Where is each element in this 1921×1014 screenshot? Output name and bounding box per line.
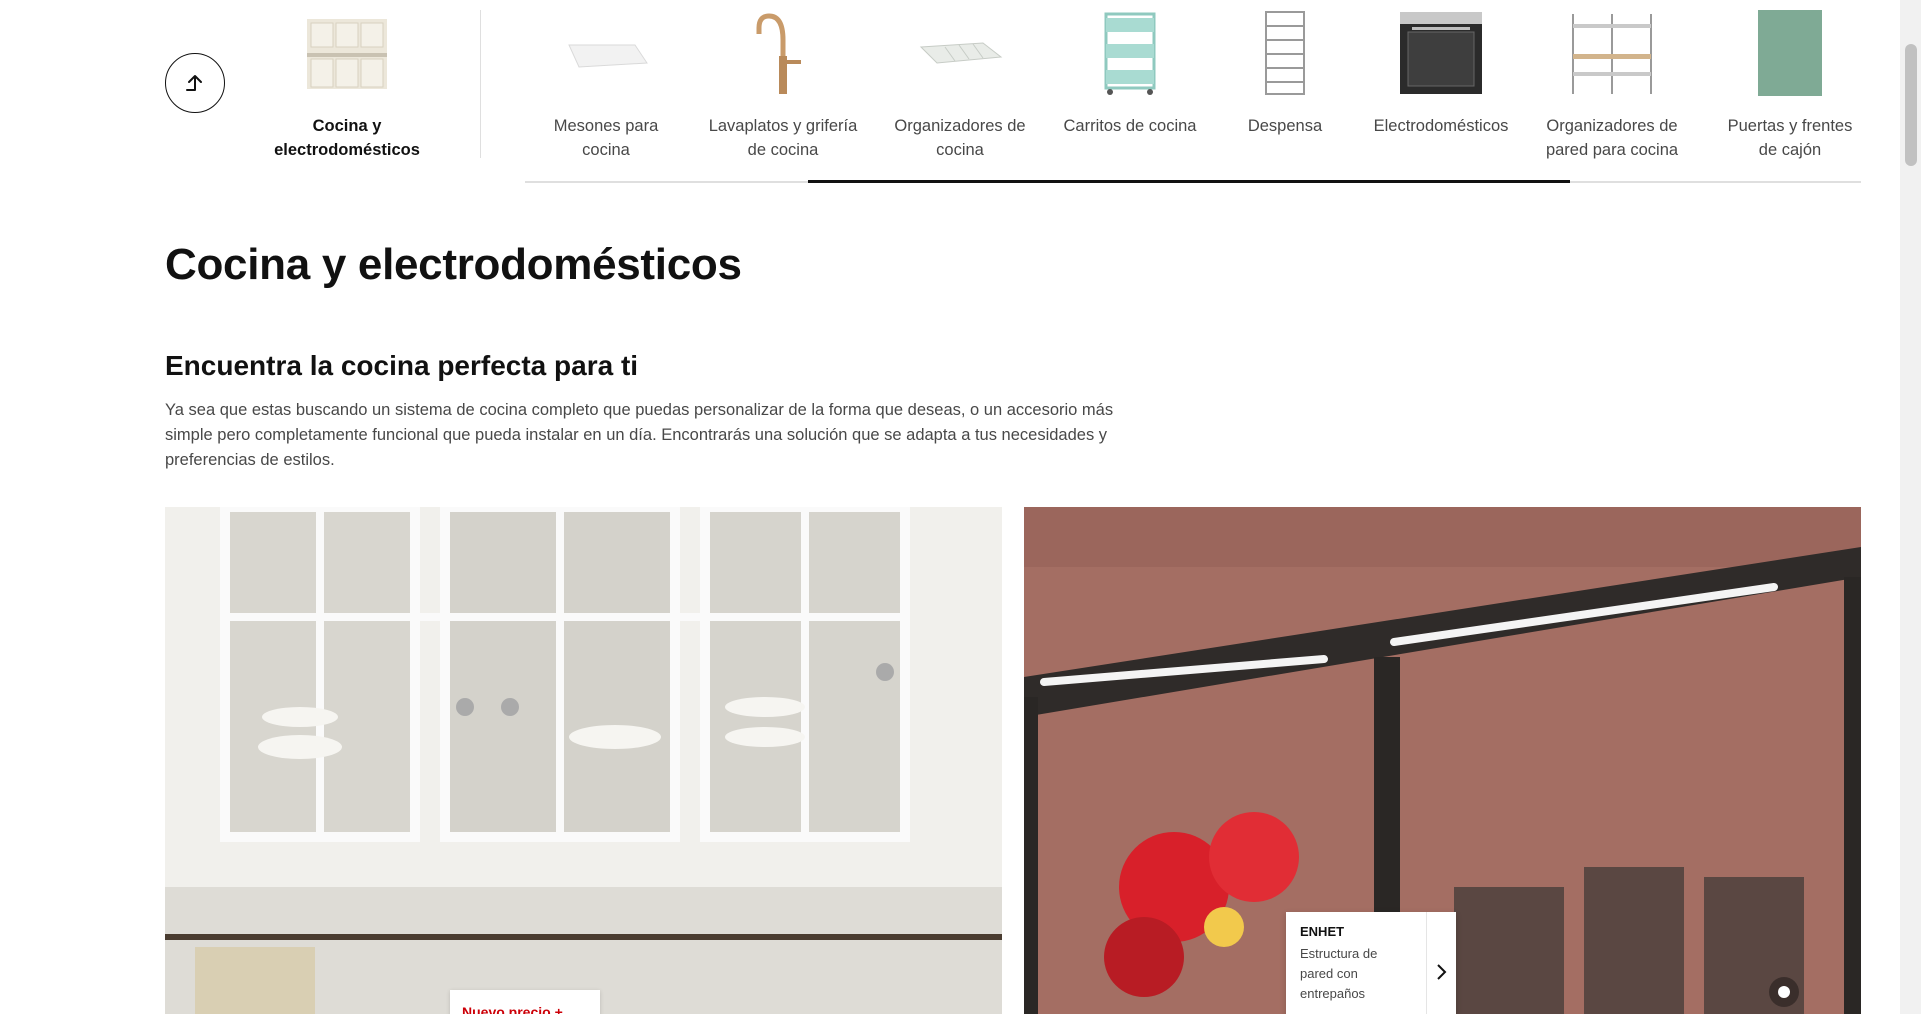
product-next-button[interactable] <box>1426 912 1457 1014</box>
category-label: Mesones para cocina <box>553 117 659 159</box>
page-scrollbar[interactable] <box>1900 0 1921 1014</box>
category-carritos[interactable]: Carritos de cocina <box>1060 10 1200 138</box>
category-label: Lavaplatos y grifería de cocina <box>708 117 858 159</box>
product-description: Estructura de pared con entrepaños <box>1300 946 1378 1001</box>
product-card-enhet[interactable]: ENHET Estructura de pared con entrepaños <box>1286 912 1456 1014</box>
category-scroll-indicator[interactable] <box>808 180 1570 183</box>
category-electrodomesticos[interactable]: Electrodomésticos <box>1371 10 1511 138</box>
category-lavaplatos[interactable]: Lavaplatos y grifería de cocina <box>703 10 863 162</box>
arrow-up-icon <box>186 75 202 91</box>
hotspot-dot-icon <box>1778 986 1790 998</box>
kitchen-set-image <box>302 10 392 96</box>
oven-image <box>1396 10 1486 96</box>
section-title: Encuentra la cocina perfecta para ti <box>165 350 639 381</box>
category-current-label: Cocina y electrodomésticos <box>274 117 420 159</box>
category-label: Organizadores de cocina <box>894 117 1026 159</box>
page-scrollbar-thumb[interactable] <box>1905 44 1917 166</box>
category-despensa[interactable]: Despensa <box>1215 10 1355 138</box>
category-puertas[interactable]: Puertas y frentes de cajón <box>1720 10 1860 162</box>
category-label: Despensa <box>1247 117 1323 135</box>
faucet-image <box>738 10 828 96</box>
page-title: Cocina y electrodomésticos <box>165 240 742 289</box>
price-tag-label: Nuevo precio + <box>462 1004 563 1014</box>
countertop-image <box>561 10 651 96</box>
nav-divider <box>480 10 481 158</box>
category-label: Puertas y frentes de cajón <box>1727 117 1853 159</box>
category-organizadores-pared[interactable]: Organizadores de pared para cocina <box>1537 10 1687 162</box>
kitchen-cart-image <box>1085 10 1175 96</box>
product-hotspot[interactable] <box>1769 977 1799 1007</box>
chevron-right-icon <box>1437 964 1447 980</box>
category-label: Carritos de cocina <box>1063 117 1197 135</box>
up-level-button[interactable] <box>165 53 225 113</box>
cutlery-tray-image <box>915 10 1005 96</box>
wall-shelving-image <box>1567 10 1657 96</box>
door-front-image <box>1745 10 1835 96</box>
kitchen-cabinets-photo <box>165 507 1002 1014</box>
price-tag[interactable]: Nuevo precio + <box>450 990 600 1014</box>
promo-image-kitchen-cabinets[interactable]: Nuevo precio + <box>165 507 1002 1014</box>
promo-image-enhet-shelving[interactable]: ENHET Estructura de pared con entrepaños <box>1024 507 1861 1014</box>
category-current[interactable]: Cocina y electrodomésticos <box>272 10 422 162</box>
category-organizadores[interactable]: Organizadores de cocina <box>890 10 1030 162</box>
pantry-shelf-image <box>1240 10 1330 96</box>
category-label: Electrodomésticos <box>1373 117 1509 135</box>
section-description: Ya sea que estas buscando un sistema de … <box>165 401 1114 469</box>
category-mesones[interactable]: Mesones para cocina <box>536 10 676 162</box>
page: Cocina y electrodomésticos Mesones para … <box>0 0 1900 1014</box>
category-label: Organizadores de pared para cocina <box>1545 117 1679 159</box>
product-name: ENHET <box>1300 924 1345 939</box>
